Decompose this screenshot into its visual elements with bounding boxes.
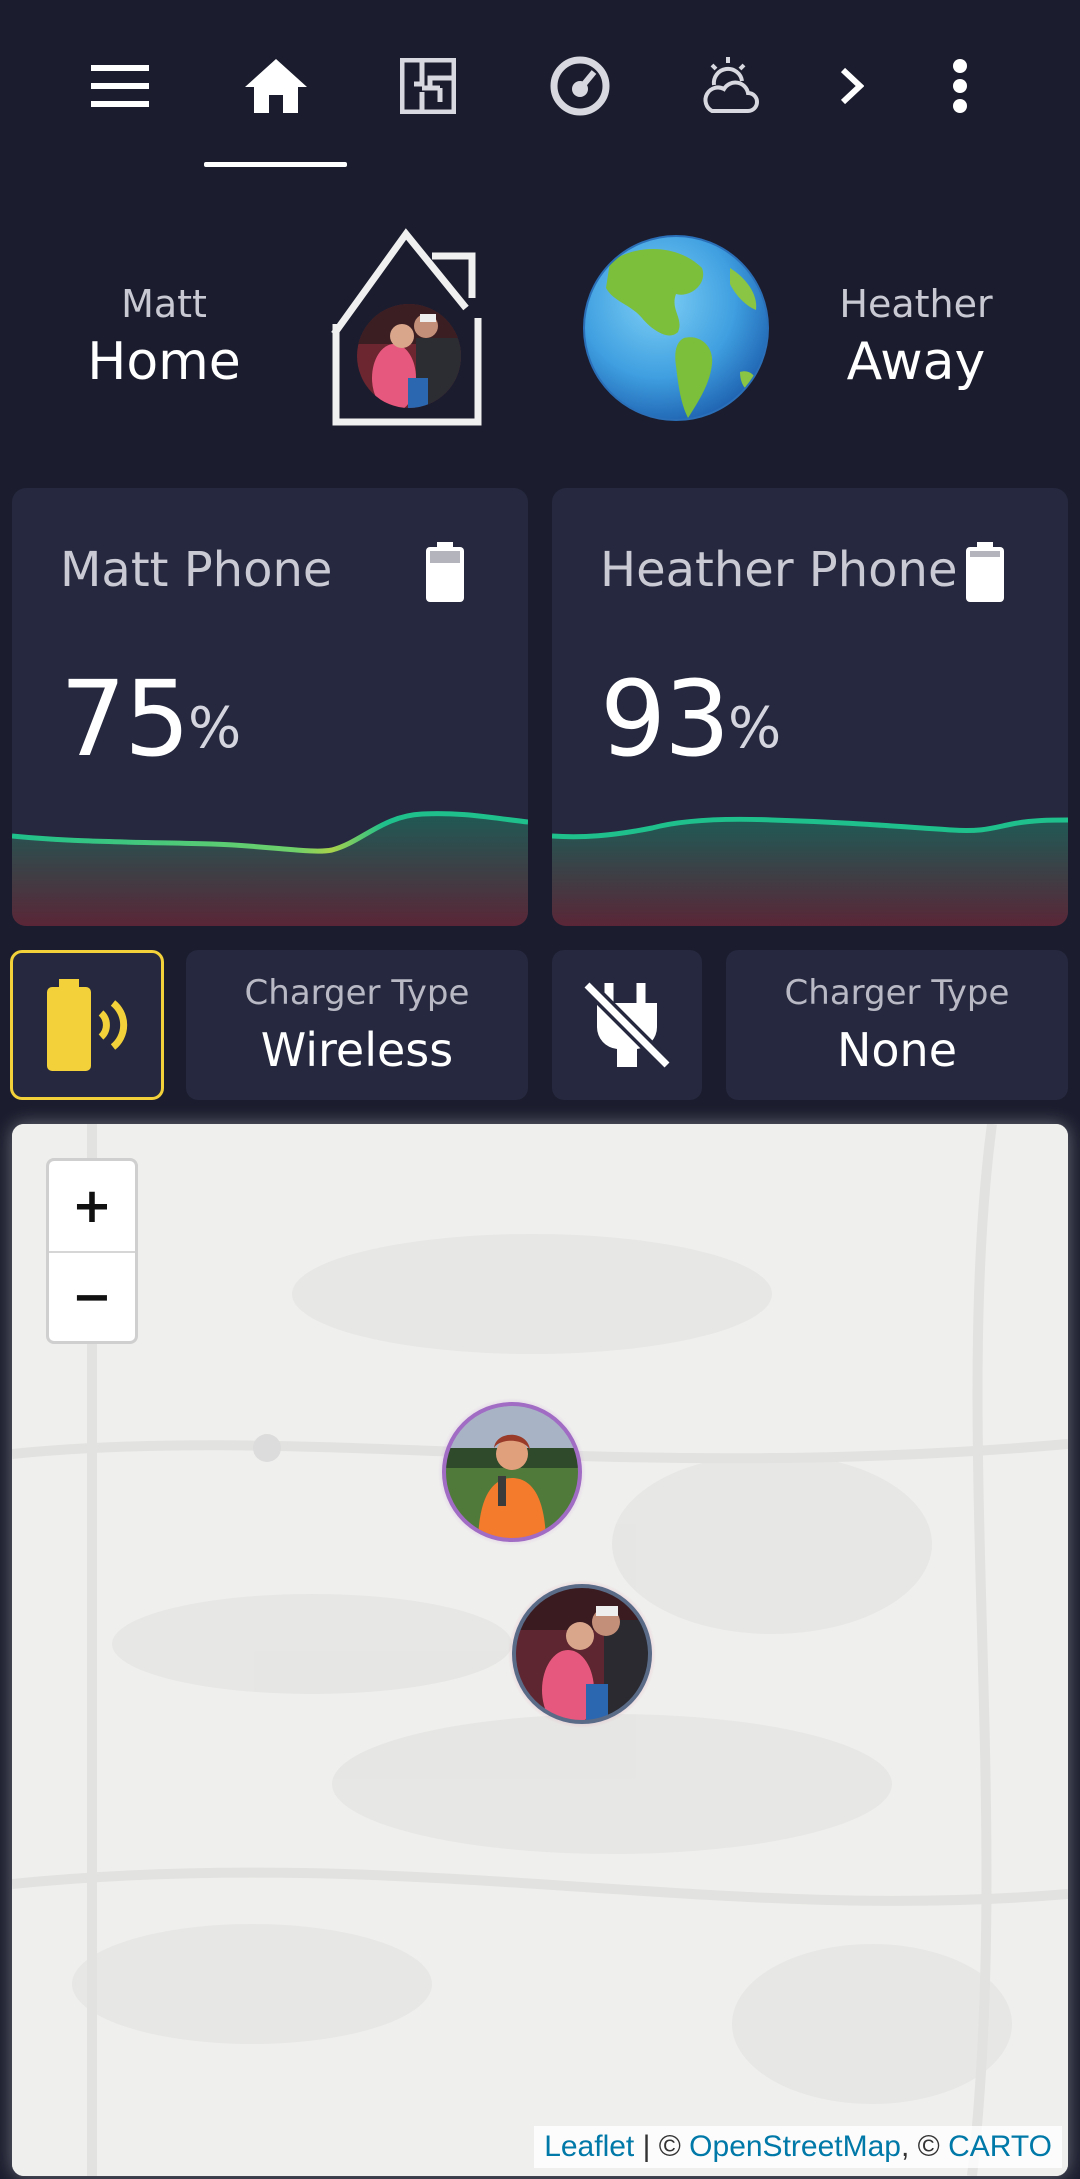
map-card[interactable]: + − Leaflet | © OpenStreetMap, © CARTO	[12, 1124, 1068, 2176]
floorplan-icon	[400, 58, 456, 114]
tabs-scroll-right-button[interactable]	[802, 40, 902, 132]
person-matt-home-badge[interactable]	[306, 228, 506, 428]
battery-card-heather[interactable]: Heather Phone 93 %	[552, 488, 1068, 926]
matt-charger-type-tile[interactable]: Charger Type Wireless	[186, 950, 528, 1100]
gauge-icon	[550, 56, 610, 116]
map-zoom-control: + −	[46, 1158, 138, 1344]
person-matt[interactable]: Matt Home	[44, 282, 284, 392]
tab-home[interactable]	[226, 40, 326, 132]
home-icon	[245, 59, 307, 113]
power-plug-off-icon	[582, 980, 672, 1070]
tab-weather[interactable]	[680, 40, 780, 132]
card-title: Heather Phone	[600, 542, 958, 598]
battery-card-matt[interactable]: Matt Phone 75 %	[12, 488, 528, 926]
charger-type-label: Charger Type	[784, 973, 1010, 1013]
house-outline-icon	[331, 228, 482, 426]
globe-icon	[583, 235, 769, 421]
menu-icon	[91, 65, 149, 107]
battery-unit: %	[728, 696, 782, 761]
person-name: Heather	[839, 282, 993, 326]
openstreetmap-link[interactable]: OpenStreetMap	[689, 2130, 901, 2163]
heather-charger-type-tile[interactable]: Charger Type None	[726, 950, 1068, 1100]
top-toolbar	[0, 0, 1080, 170]
avatar	[357, 304, 461, 408]
matt-map-marker[interactable]	[508, 1580, 656, 1728]
zoom-in-button[interactable]: +	[49, 1161, 135, 1251]
person-state: Away	[846, 332, 986, 392]
menu-button[interactable]	[70, 40, 170, 132]
battery-history-sparkline	[12, 811, 528, 926]
plug-off-tile[interactable]	[552, 950, 702, 1100]
active-tab-indicator	[204, 162, 347, 167]
chevron-right-icon	[840, 67, 864, 105]
attribution-separator: | ©	[634, 2130, 690, 2163]
heather-map-marker[interactable]	[438, 1398, 586, 1546]
charger-type-value: None	[836, 1023, 957, 1077]
person-name: Matt	[121, 282, 207, 326]
battery-charging-wireless-icon	[47, 979, 128, 1071]
person-heather-globe-badge[interactable]	[580, 232, 772, 424]
person-state: Home	[87, 332, 241, 392]
more-vert-icon	[953, 59, 967, 113]
person-heather[interactable]: Heather Away	[796, 282, 1036, 392]
card-title: Matt Phone	[60, 542, 333, 598]
map-attribution: Leaflet | © OpenStreetMap, © CARTO	[534, 2126, 1062, 2168]
leaflet-link[interactable]: Leaflet	[544, 2130, 634, 2163]
tab-gauge[interactable]	[530, 40, 630, 132]
zoom-out-button[interactable]: −	[49, 1251, 135, 1341]
attribution-separator: , ©	[900, 2130, 949, 2163]
charger-type-label: Charger Type	[244, 973, 470, 1013]
carto-link[interactable]: CARTO	[948, 2130, 1052, 2163]
battery-unit: %	[188, 696, 242, 761]
wireless-charging-tile[interactable]	[10, 950, 164, 1100]
overflow-menu-button[interactable]	[910, 40, 1010, 132]
tab-floorplan[interactable]	[378, 40, 478, 132]
weather-icon	[703, 57, 759, 113]
battery-history-sparkline	[552, 816, 1068, 926]
charger-type-value: Wireless	[260, 1023, 454, 1077]
battery-icon	[426, 542, 464, 606]
battery-value: 93	[600, 658, 730, 780]
battery-value: 75	[60, 658, 190, 780]
battery-icon	[966, 542, 1004, 606]
